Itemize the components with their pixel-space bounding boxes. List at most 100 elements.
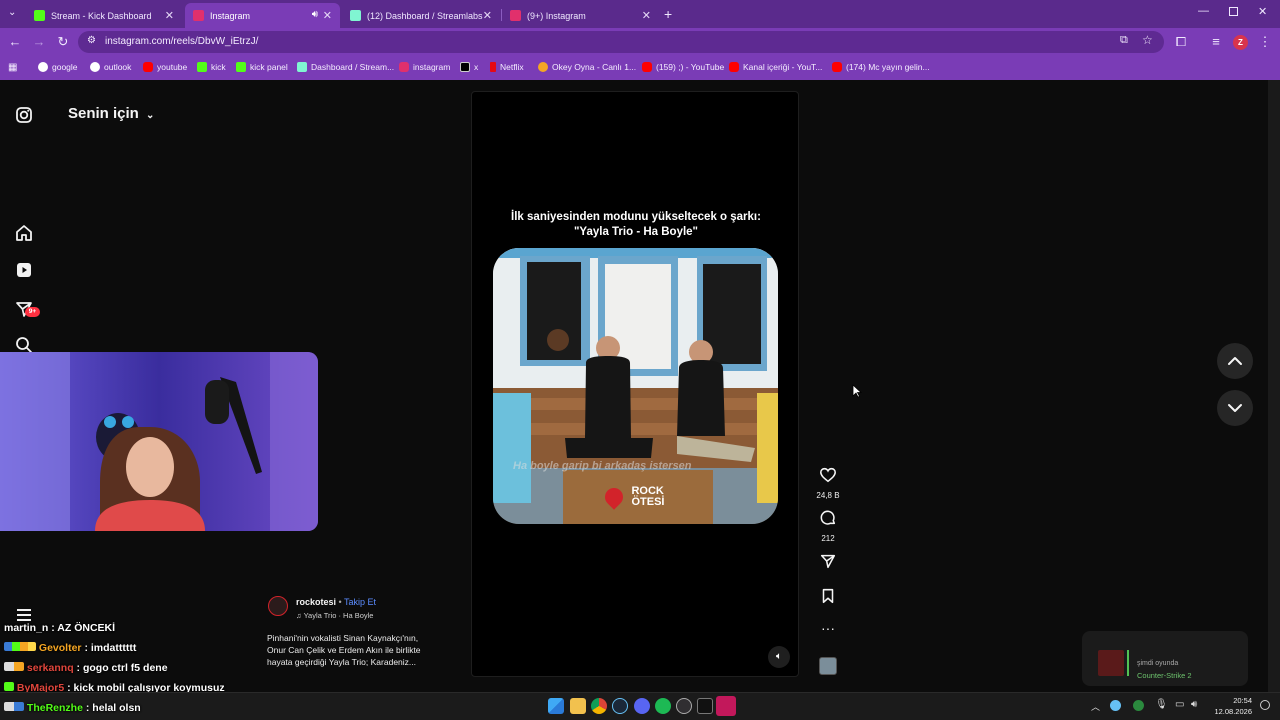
more-options-icon[interactable]: ··· bbox=[812, 621, 844, 635]
audio-line[interactable]: ♫ Yayla Trio · Ha Boyle bbox=[296, 611, 373, 620]
notification-bell-icon[interactable] bbox=[1260, 700, 1270, 710]
description-line2: Onur Can Çelik ve Erdem Akın ile birlikt… bbox=[267, 645, 421, 655]
mute-icon[interactable]: 🔈︎ bbox=[768, 646, 790, 668]
obs-icon[interactable] bbox=[676, 698, 692, 714]
bookmark-youtube[interactable]: youtube bbox=[143, 62, 187, 72]
chat-text: helal olsn bbox=[92, 702, 141, 714]
forward-arrow-icon[interactable]: → bbox=[30, 33, 48, 51]
address-bar[interactable]: ⚙ instagram.com/reels/DbvW_iEtrzJ/ ⧉ ☆ bbox=[78, 31, 1164, 53]
bookmark-icon bbox=[822, 588, 834, 604]
save-button[interactable] bbox=[812, 587, 844, 610]
like-button[interactable]: 24,8 B bbox=[812, 466, 844, 500]
instagram-logo-icon[interactable] bbox=[14, 105, 34, 125]
tab-instagram[interactable]: Instagram 🔊︎ ✕ bbox=[185, 3, 340, 28]
feed-selector[interactable]: Senin için ⌄ bbox=[68, 105, 154, 122]
bookmark-kanal[interactable]: Kanal içeriği - YouT... bbox=[729, 62, 822, 72]
menu-kebab-icon[interactable]: ⋮ bbox=[1256, 33, 1274, 51]
url-text: instagram.com/reels/DbvW_iEtrzJ/ bbox=[105, 36, 259, 47]
bookmark-star-icon[interactable]: ☆ bbox=[1142, 33, 1153, 47]
share-button[interactable] bbox=[812, 552, 844, 575]
maximize-button[interactable] bbox=[1229, 7, 1238, 16]
scrollbar[interactable] bbox=[1268, 80, 1280, 692]
xbox-tray-icon[interactable] bbox=[1133, 700, 1144, 711]
chat-badges-icon bbox=[4, 682, 14, 691]
tab-search-chevron-icon[interactable]: ⌄ bbox=[8, 7, 16, 18]
start-icon[interactable] bbox=[548, 698, 564, 714]
tab-kick-dashboard[interactable]: Stream - Kick Dashboard ✕ bbox=[26, 3, 182, 28]
steam-active-icon[interactable] bbox=[716, 696, 736, 716]
taskbar: ︿ 🎙︎ ▭ 🔊︎ 20:54 12.08.2026 bbox=[0, 692, 1280, 720]
reels-icon[interactable] bbox=[14, 260, 34, 280]
reload-icon[interactable]: ↻ bbox=[54, 33, 72, 51]
site-info-icon[interactable]: ⚙ bbox=[87, 35, 96, 46]
bookmark-kick[interactable]: kick bbox=[197, 62, 226, 72]
bookmark-okey[interactable]: Okey Oyna - Canlı 1... bbox=[538, 62, 636, 72]
instagram-icon bbox=[399, 62, 409, 72]
tab-title: (12) Dashboard / Streamlabs bbox=[367, 10, 483, 21]
back-arrow-icon[interactable]: ← bbox=[6, 33, 24, 51]
bookmark-outlook[interactable]: outlook bbox=[90, 62, 131, 72]
profile-avatar[interactable]: Z bbox=[1233, 35, 1248, 50]
close-icon[interactable]: ✕ bbox=[323, 9, 332, 22]
close-icon[interactable]: ✕ bbox=[165, 9, 174, 22]
follow-button[interactable]: Takip Et bbox=[344, 597, 376, 607]
bookmark-x[interactable]: x bbox=[460, 62, 478, 72]
window-close-button[interactable]: ✕ bbox=[1258, 5, 1267, 18]
chrome-icon[interactable] bbox=[591, 698, 607, 714]
spotify-icon[interactable] bbox=[655, 698, 671, 714]
extensions-icon[interactable]: ⧠ bbox=[1172, 33, 1190, 51]
tray-chevron-up-icon[interactable]: ︿ bbox=[1091, 700, 1100, 713]
bookmark-instagram[interactable]: instagram bbox=[399, 62, 450, 72]
bookmark-google[interactable]: google bbox=[38, 62, 78, 72]
comment-icon bbox=[820, 510, 836, 525]
media-control-icon[interactable]: ≡ bbox=[1207, 33, 1225, 51]
reel-caption-line1: İlk saniyesinden modunu yükseltecek o şa… bbox=[511, 211, 761, 223]
chat-text: AZ ÖNCEKİ bbox=[57, 622, 116, 634]
bookmark-mc-yayin[interactable]: (174) Mc yayın gelin... bbox=[832, 62, 930, 72]
app-icon[interactable] bbox=[697, 698, 713, 714]
steam-icon[interactable] bbox=[612, 698, 628, 714]
close-icon[interactable]: ✕ bbox=[483, 9, 492, 22]
speaker-icon[interactable]: 🔊︎ bbox=[312, 9, 318, 20]
install-app-icon[interactable]: ⧉ bbox=[1120, 34, 1128, 47]
tab-instagram-notifications[interactable]: (9+) Instagram ✕ bbox=[502, 3, 659, 28]
home-icon[interactable] bbox=[14, 223, 34, 243]
file-explorer-icon[interactable] bbox=[570, 698, 586, 714]
bookmark-kick-panel[interactable]: kick panel bbox=[236, 62, 288, 72]
close-icon[interactable]: ✕ bbox=[642, 9, 651, 22]
chat-message: Gevolter : imdatttttt bbox=[4, 642, 136, 654]
author-name[interactable]: rockotesi bbox=[296, 597, 336, 607]
microphone-icon[interactable]: 🎙︎ bbox=[1155, 699, 1168, 710]
more-menu-icon[interactable] bbox=[17, 609, 31, 621]
bookmark-netflix[interactable]: Netflix bbox=[490, 62, 524, 72]
chat-text: gogo ctrl f5 dene bbox=[82, 662, 168, 674]
chat-badges-icon bbox=[4, 662, 24, 671]
volume-icon[interactable]: 🔊︎ bbox=[1191, 699, 1197, 710]
minimize-button[interactable]: — bbox=[1198, 5, 1209, 17]
author-avatar[interactable] bbox=[268, 596, 288, 616]
webcam-overlay bbox=[0, 352, 318, 531]
steam-notification[interactable]: şimdi oyunda Counter-Strike 2 bbox=[1082, 631, 1248, 686]
reel-video[interactable]: İlk saniyesinden modunu yükseltecek o şa… bbox=[471, 91, 799, 677]
previous-reel-button[interactable] bbox=[1217, 343, 1253, 379]
apps-grid-icon[interactable]: ▦ bbox=[8, 62, 17, 73]
reel-caption-line2: "Yayla Trio - Ha Boyle" bbox=[573, 226, 699, 238]
tab-streamlabs[interactable]: (12) Dashboard / Streamlabs ✕ bbox=[342, 3, 500, 28]
next-reel-button[interactable] bbox=[1217, 390, 1253, 426]
reel-description[interactable]: Pinhani'nin vokalisti Sinan Kaynakçı'nın… bbox=[267, 632, 421, 668]
new-tab-button[interactable]: + bbox=[664, 6, 672, 22]
steam-tray-icon[interactable] bbox=[1110, 700, 1121, 711]
chat-message: TheRenzhe : helal olsn bbox=[4, 702, 141, 714]
discord-icon[interactable] bbox=[634, 698, 650, 714]
kick-icon bbox=[197, 62, 207, 72]
bookmark-youtube-159[interactable]: (159) ;) - YouTube bbox=[642, 62, 724, 72]
network-icon[interactable]: ▭ bbox=[1175, 699, 1184, 710]
reel-subtitle-overlay: Ha boyle garip bi arkadaş istersen bbox=[513, 460, 692, 472]
send-icon bbox=[820, 554, 836, 569]
kick-icon bbox=[236, 62, 246, 72]
audio-thumbnail[interactable] bbox=[819, 657, 837, 675]
clock[interactable]: 20:54 12.08.2026 bbox=[1208, 695, 1252, 717]
audio-name: Yayla Trio · Ha Boyle bbox=[303, 611, 374, 620]
bookmark-streamlabs[interactable]: Dashboard / Stream... bbox=[297, 62, 394, 72]
comment-button[interactable]: 212 bbox=[812, 509, 844, 543]
